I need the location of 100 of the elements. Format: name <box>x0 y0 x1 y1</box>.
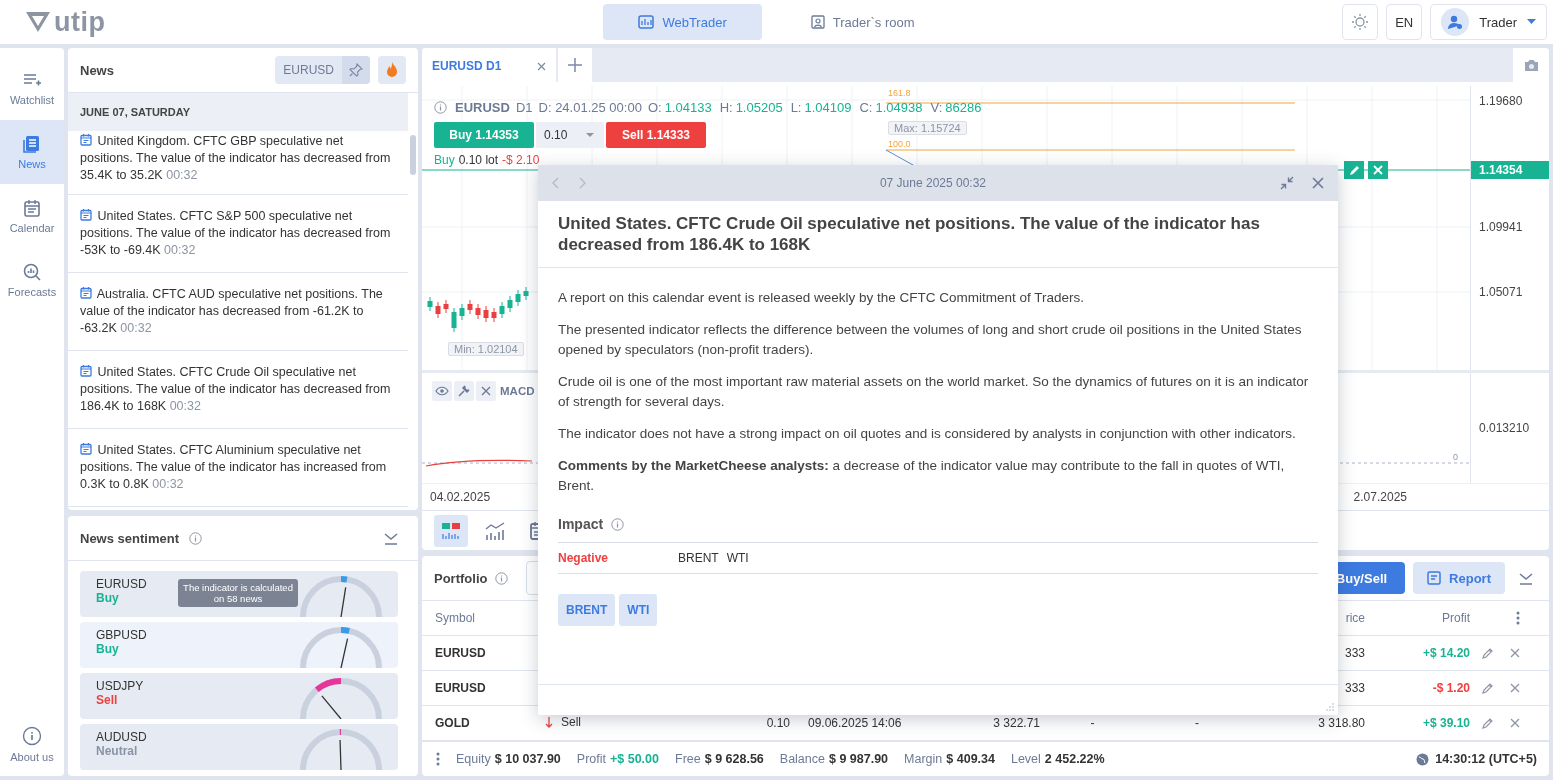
close-icon[interactable] <box>1510 648 1520 658</box>
status-value: $ 10 037.90 <box>494 752 561 766</box>
instrument-tag[interactable]: BRENT <box>558 594 616 626</box>
nav-item[interactable]: News <box>0 120 64 184</box>
theme-toggle-button[interactable] <box>1342 4 1379 40</box>
ohlc-label: V: <box>930 100 943 115</box>
news-item[interactable]: United States. CFTC Crude Oil speculative net positions. The value of the indicator has decreased from 186.4K to 168K 00:32 <box>68 351 408 429</box>
close-icon[interactable] <box>476 381 496 401</box>
edit-icon[interactable] <box>1482 717 1494 729</box>
ohlc-value: 86286 <box>945 100 982 115</box>
instrument-tag[interactable]: WTI <box>619 594 658 626</box>
add-tab-button[interactable] <box>558 48 592 82</box>
table-cell: - <box>1090 716 1095 730</box>
symbol-label: EURUSD <box>455 100 510 115</box>
header-tab[interactable]: WebTrader <box>603 4 762 40</box>
table-cell-text: EURUSD <box>435 646 487 660</box>
fib-level-label: 161.8 <box>888 88 911 98</box>
dialog-date: 07 June 2025 00:32 <box>878 176 988 190</box>
ohlc-value: 1.04938 <box>875 100 923 115</box>
close-icon[interactable] <box>1312 177 1324 189</box>
close-icon[interactable] <box>1510 683 1520 693</box>
calendar-icon <box>80 443 92 455</box>
sell-button[interactable]: Sell 1.14333 <box>606 122 706 148</box>
collapse-icon[interactable] <box>1280 176 1294 190</box>
table-cell: - <box>1195 716 1199 730</box>
gauge-segment <box>315 678 342 693</box>
info-icon[interactable] <box>434 101 447 114</box>
close-icon[interactable] <box>537 61 546 71</box>
symbol-label: AUDUSD <box>96 730 147 744</box>
edit-icon[interactable] <box>1344 161 1364 179</box>
sentiment-card[interactable]: GBPUSD Buy <box>80 622 398 668</box>
about-us-link[interactable]: About us <box>0 712 64 776</box>
nav-item[interactable]: Watchlist <box>0 56 64 120</box>
nav-item[interactable]: Calendar <box>0 184 64 248</box>
close-icon[interactable] <box>1368 161 1388 179</box>
info-icon[interactable] <box>189 531 202 545</box>
fire-icon[interactable] <box>378 56 406 84</box>
candle <box>499 301 505 319</box>
date-tick: 04.02.2025 <box>430 490 491 504</box>
more-options-icon[interactable] <box>1516 611 1520 625</box>
more-options-icon[interactable] <box>436 752 440 766</box>
camera-icon[interactable] <box>1513 48 1549 82</box>
close-icon[interactable] <box>1510 718 1520 728</box>
min-price-label: Min: 1.02104 <box>448 342 524 356</box>
collapse-icon[interactable] <box>1519 571 1533 585</box>
date-tick: 2.07.2025 <box>1353 490 1407 504</box>
resize-handle-icon[interactable] <box>1326 703 1334 711</box>
paragraph: The indicator does not have a strong impact on oil quotes and is considered by analysts in conjunction with other indicators. <box>558 425 1297 443</box>
header-tab[interactable]: Trader`s room <box>775 4 950 40</box>
date-label: D: 24.01.25 00:00 <box>538 100 642 115</box>
nav-item[interactable]: Forecasts <box>0 248 64 312</box>
info-icon[interactable] <box>611 517 625 531</box>
ohlc-value: 1.04109 <box>804 100 852 115</box>
table-cell: Sell <box>561 715 581 730</box>
user-icon <box>1447 14 1464 30</box>
sentiment-card[interactable]: AUDUSD Neutral <box>80 724 398 770</box>
status-label: Profit <box>576 752 606 766</box>
news-item[interactable]: Australia. CFTC AUD speculative net positions. The value of the indicator has decreased from -61.2K to -63.2K 00:32 <box>68 273 408 351</box>
candles-icon[interactable] <box>434 514 468 547</box>
sun-icon <box>1351 13 1370 31</box>
candle <box>459 303 465 321</box>
news-item[interactable]: United States. CFTC S&P 500 speculative net positions. The value of the indicator has decreased from -53K to -69.4K 00:32 <box>68 195 408 273</box>
calendar-icon <box>80 209 92 221</box>
position-profit: -$ 2.10 <box>502 153 540 167</box>
ohlc-value: 1.05205 <box>735 100 783 115</box>
price-tick: 1.19680 <box>1479 94 1523 108</box>
current-price-tag: 1.14354 <box>1471 161 1549 179</box>
user-menu-button[interactable]: Trader <box>1430 4 1547 40</box>
calendar-icon <box>80 134 92 146</box>
chart-tab[interactable]: EURUSD D1 <box>422 48 556 82</box>
pin-icon[interactable] <box>342 56 370 84</box>
sentiment-card[interactable]: USDJPY Sell <box>80 673 398 719</box>
collapse-icon[interactable] <box>384 531 398 545</box>
lot-select[interactable]: 0.10 <box>536 122 604 148</box>
status-value: +$ 50.00 <box>610 752 659 766</box>
panel-title: News <box>80 62 115 78</box>
wrench-icon[interactable] <box>454 381 474 401</box>
language-button[interactable]: EN <box>1386 4 1423 40</box>
status-label: Equity <box>456 752 491 766</box>
panel-title: News sentiment <box>80 530 179 546</box>
edit-icon[interactable] <box>1482 682 1494 694</box>
ohlc-label: H: <box>719 100 733 115</box>
status-value: 2 452.22% <box>1044 752 1105 766</box>
logo-text: utip <box>54 6 106 38</box>
visibility-icon[interactable] <box>432 381 452 401</box>
caret-icon <box>1527 19 1536 25</box>
report-button[interactable]: Report <box>1413 562 1505 594</box>
sentiment-card[interactable]: EURUSD Buy The indicator is calculated on 58 news <box>80 571 398 617</box>
gauge-segment <box>340 627 350 634</box>
info-icon[interactable] <box>495 571 509 585</box>
table-cell: 0.10 <box>766 716 790 730</box>
news-item[interactable]: United States. CFTC Aluminium speculative net positions. The value of the indicator has increased from 0.3K to 0.8K 00:32 <box>68 429 408 507</box>
max-price-label: Max: 1.15724 <box>888 121 967 135</box>
buy-button[interactable]: Buy 1.14353 <box>434 122 534 148</box>
gauge-segment <box>339 729 342 735</box>
candle <box>483 305 489 323</box>
news-item[interactable]: United Kingdom. CFTC GBP speculative net positions. The value of the indicator has decreased from 35.4K to 35.2K 00:32 <box>68 131 408 195</box>
tooltip: The indicator is calculated on 58 news <box>178 579 298 607</box>
globe-icon <box>1416 752 1430 766</box>
edit-icon[interactable] <box>1482 647 1494 659</box>
